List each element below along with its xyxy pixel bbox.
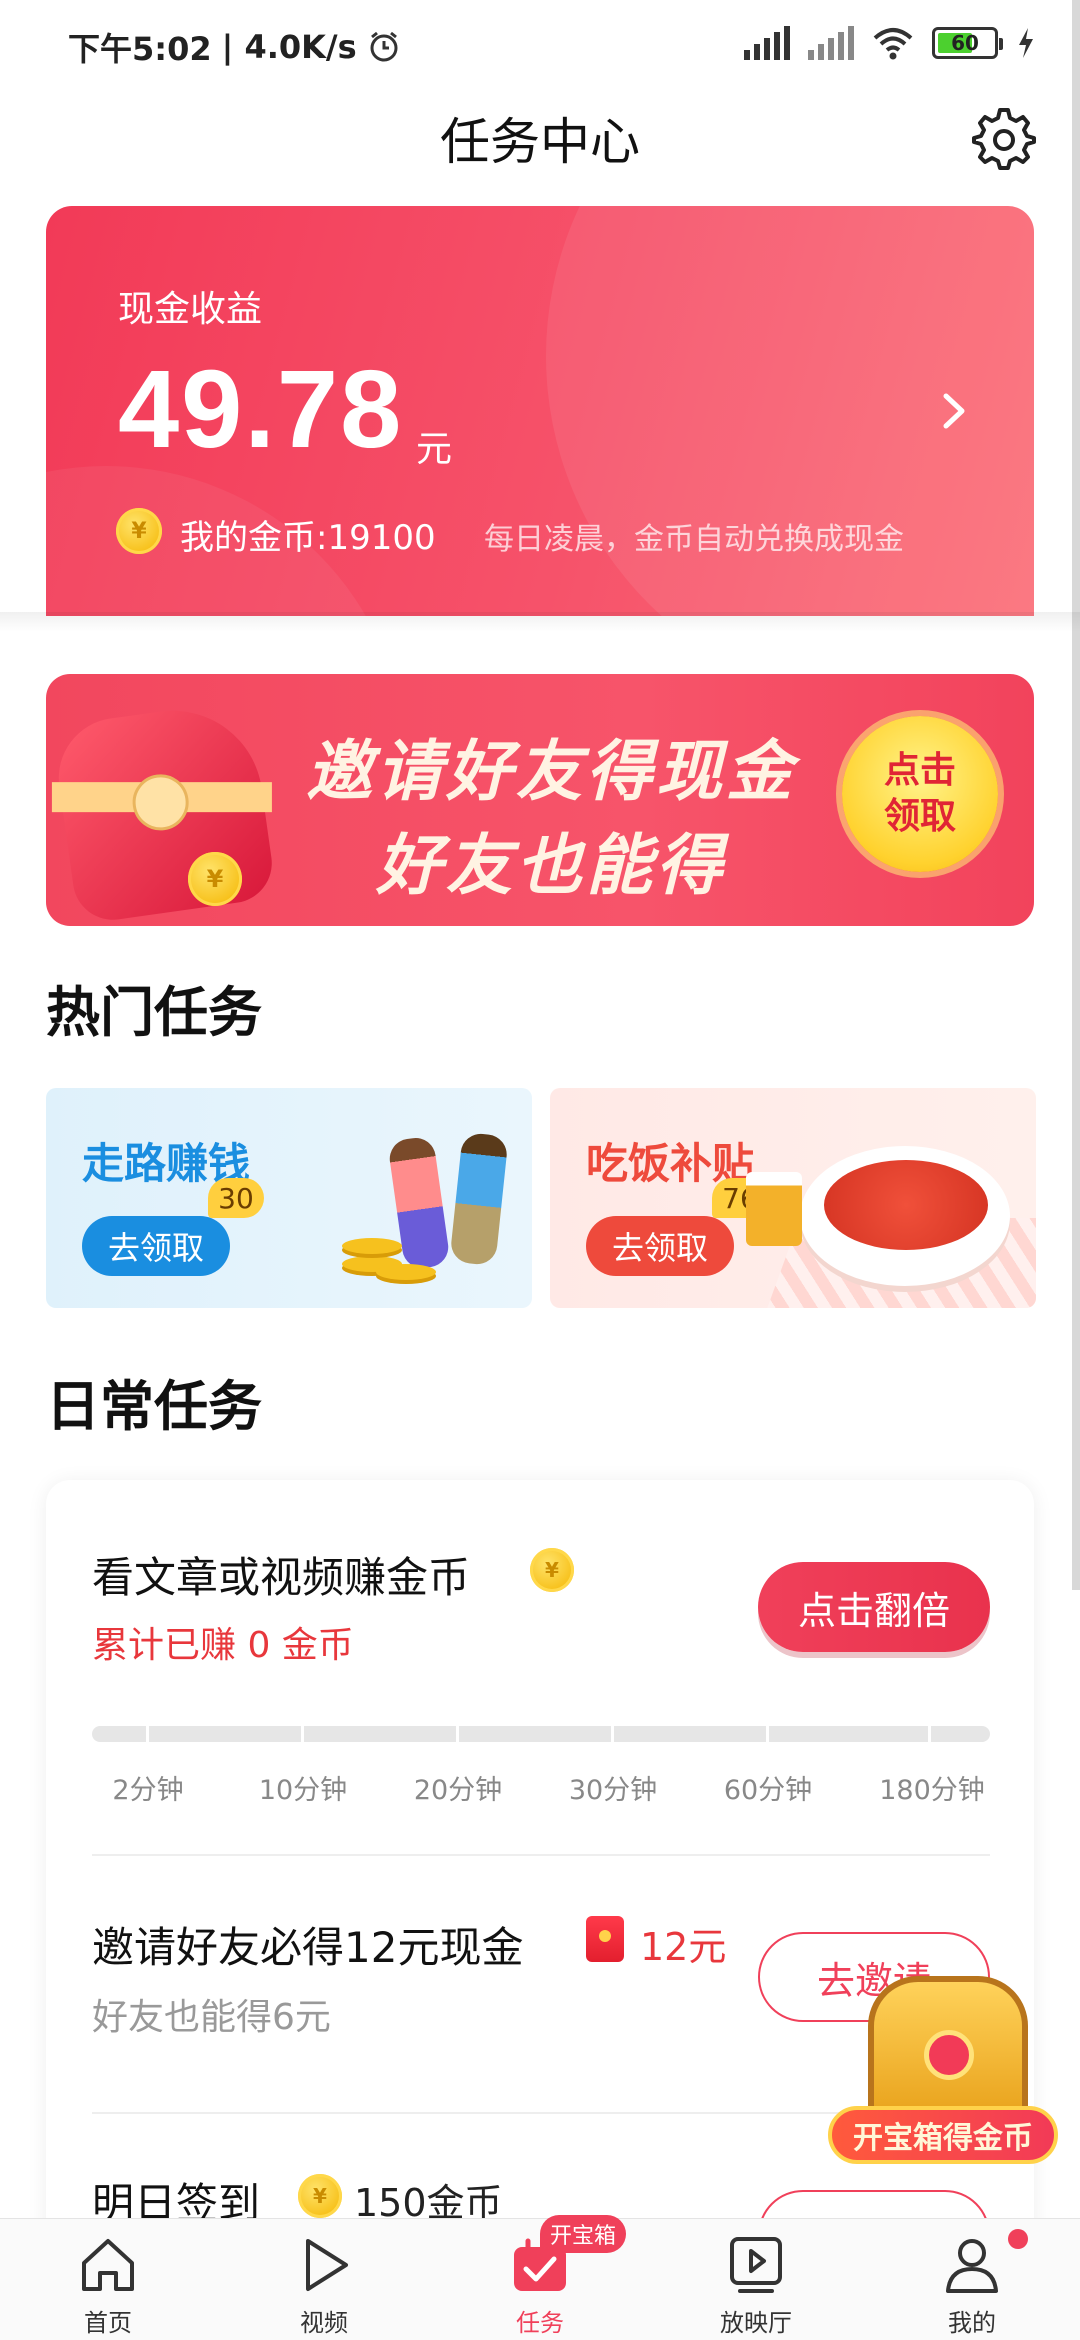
double-reward-button[interactable]: 点击翻倍 bbox=[758, 1562, 990, 1652]
invite-banner-subline: 好友也能得 bbox=[376, 827, 726, 904]
task-title: 看文章或视频赚金币 bbox=[92, 1553, 471, 1602]
divider bbox=[92, 1854, 990, 1856]
cash-earnings-card[interactable]: 现金收益 49.78 元 ¥ 我的金币:19100 每日凌晨，金币自动兑换成现金 bbox=[46, 206, 1034, 616]
claim-walk-button[interactable]: 去领取 bbox=[82, 1216, 230, 1276]
nav-label: 首页 bbox=[84, 2309, 132, 2337]
treasure-chest-label: 开宝箱得金币 bbox=[828, 2106, 1058, 2164]
earnings-unit: 元 bbox=[416, 429, 453, 470]
signal-hd-icon bbox=[808, 26, 854, 60]
progress-label: 180分钟 bbox=[879, 1775, 985, 1806]
wifi-icon bbox=[873, 28, 913, 60]
progress-label: 10分钟 bbox=[258, 1775, 348, 1806]
claim-button-line2: 领取 bbox=[883, 796, 956, 837]
daily-tasks-card: 看文章或视频赚金币 ¥ 累计已赚 0 金币 点击翻倍 2分钟 10分钟 20分钟… bbox=[46, 1480, 1034, 2340]
earnings-label: 现金收益 bbox=[118, 289, 263, 330]
hot-task-meal[interactable]: 吃饭补贴 76 去领取 bbox=[550, 1088, 1036, 1308]
nav-label: 放映厅 bbox=[720, 2309, 792, 2337]
notification-dot bbox=[1008, 2229, 1028, 2249]
daily-tasks-title: 日常任务 bbox=[46, 1375, 262, 1438]
task-title: 邀请好友必得12元现金 bbox=[92, 1923, 524, 1972]
gold-coin-icon: ¥ bbox=[298, 2174, 342, 2218]
gold-coin-icon: ¥ bbox=[530, 1548, 574, 1592]
invite-banner-headline: 邀请好友得现金 bbox=[306, 733, 796, 810]
bottom-nav: 首页 视频 任务 开宝箱 放映厅 我的 bbox=[0, 2215, 1080, 2340]
task-subtitle: 好友也能得6元 bbox=[92, 1997, 331, 2038]
status-left: 下午5:02 | 4.0K/s bbox=[68, 24, 401, 70]
claim-button-line1: 点击 bbox=[883, 750, 956, 791]
gear-icon[interactable] bbox=[972, 106, 1036, 170]
home-icon bbox=[82, 2239, 134, 2291]
battery-level: 60 bbox=[951, 31, 979, 55]
charging-icon bbox=[1019, 28, 1033, 58]
invite-friends-banner[interactable]: ¥ 邀请好友得现金 好友也能得 点击 领取 bbox=[46, 674, 1034, 926]
my-coins: 我的金币:19100 bbox=[180, 518, 436, 558]
status-right: 60 bbox=[744, 26, 1036, 60]
screen-icon bbox=[730, 2237, 782, 2293]
battery-icon: 60 bbox=[932, 27, 1003, 59]
nav-item-profile[interactable]: 我的 bbox=[864, 2219, 1080, 2340]
nav-label: 视频 bbox=[300, 2309, 348, 2337]
nav-item-home[interactable]: 首页 bbox=[0, 2219, 216, 2340]
status-time: 下午5:02 bbox=[68, 30, 212, 68]
chest-badge: 开宝箱 bbox=[540, 2215, 627, 2253]
gold-coin-icon: ¥ bbox=[188, 852, 242, 906]
reward-amount: 12元 bbox=[640, 1925, 727, 1969]
profile-icon bbox=[946, 2239, 998, 2293]
nav-item-video[interactable]: 视频 bbox=[216, 2219, 432, 2340]
earned-coins-text: 累计已赚 0 金币 bbox=[92, 1625, 354, 1666]
alarm-icon bbox=[370, 31, 398, 62]
play-icon bbox=[306, 2239, 348, 2291]
progress-label: 20分钟 bbox=[413, 1775, 503, 1806]
nav-label: 任务 bbox=[516, 2309, 564, 2337]
claim-meal-button[interactable]: 去领取 bbox=[586, 1216, 734, 1276]
reading-progress-bar bbox=[92, 1726, 990, 1742]
treasure-chest-float[interactable]: 开宝箱得金币 bbox=[828, 1966, 1058, 2166]
status-bar: 下午5:02 | 4.0K/s 60 bbox=[0, 0, 1080, 90]
progress-label: 2分钟 bbox=[112, 1775, 184, 1806]
page-title: 任务中心 bbox=[440, 113, 640, 171]
earnings-amount: 49.78 bbox=[118, 348, 404, 471]
reward-badge: 30 bbox=[208, 1178, 264, 1218]
red-packet-illustration bbox=[51, 699, 277, 925]
gold-coin-icon: ¥ bbox=[116, 508, 162, 554]
claim-button[interactable]: 点击 领取 bbox=[842, 716, 998, 872]
hot-task-walk[interactable]: 走路赚钱 30 去领取 bbox=[46, 1088, 532, 1308]
coin-exchange-note: 每日凌晨，金币自动兑换成现金 bbox=[484, 522, 904, 557]
progress-label: 30分钟 bbox=[568, 1775, 658, 1806]
nav-item-theater[interactable]: 放映厅 bbox=[648, 2219, 864, 2340]
red-envelope-icon bbox=[586, 1916, 624, 1962]
nav-label: 我的 bbox=[948, 2309, 996, 2337]
scrollbar[interactable] bbox=[1072, 0, 1080, 1590]
chevron-right-icon[interactable] bbox=[934, 386, 974, 436]
progress-label: 60分钟 bbox=[723, 1775, 813, 1806]
signal-icon bbox=[744, 26, 790, 60]
status-net-speed: | 4.0K/s bbox=[221, 28, 357, 66]
hot-tasks-title: 热门任务 bbox=[46, 981, 262, 1044]
nav-item-tasks[interactable]: 任务 开宝箱 bbox=[432, 2215, 648, 2340]
